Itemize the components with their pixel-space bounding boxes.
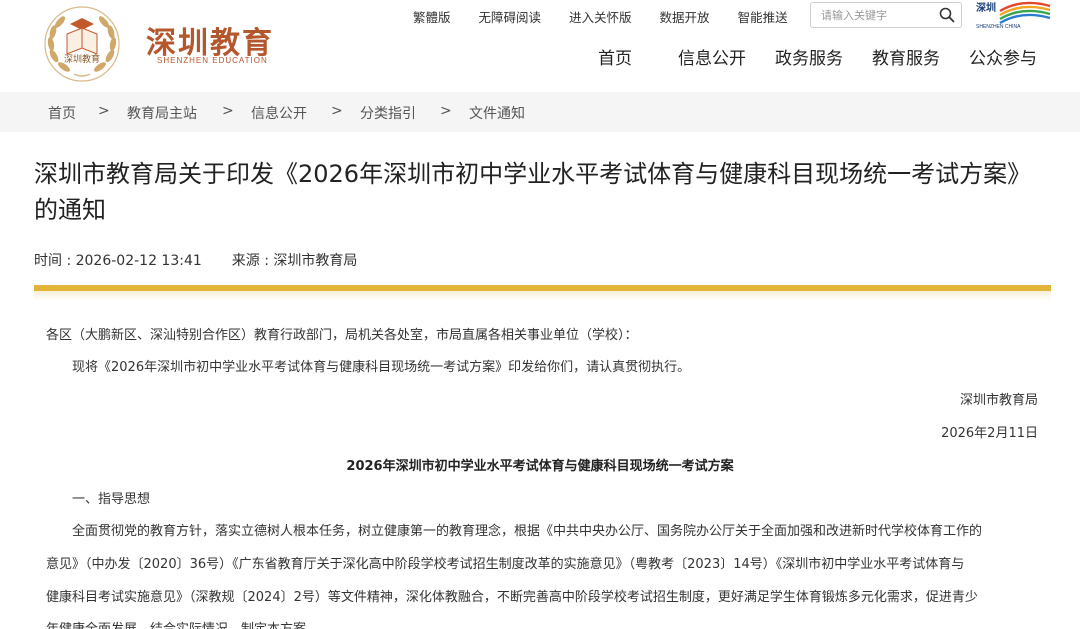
article-paragraph: 年健康全面发展，结合实际情况，制定本方案。 [46, 618, 319, 629]
nav-government-services[interactable]: 政务服务 [775, 44, 843, 69]
attachment-title: 2026年深圳市初中学业水平考试体育与健康科目现场统一考试方案 [346, 459, 734, 474]
top-utility-links: 繁體版 无障碍阅读 进入关怀版 数据开放 智能推送 [413, 7, 816, 26]
breadcrumb-bureau-main-site[interactable]: 教育局主站 [127, 103, 197, 123]
section-heading: 一、指导思想 [72, 492, 151, 507]
breadcrumb-separator: > [222, 103, 234, 119]
brand-mark-text: 深圳 [976, 1, 996, 14]
article-paragraph: 意见》（中办发〔2020〕36号）《广东省教育厅关于深化高中阶段学校考试招生制度… [46, 557, 965, 572]
search-icon[interactable] [939, 7, 955, 23]
article-paragraph: 各区（大鹏新区、深汕特别合作区）教育行政部门，局机关各处室，市局直属各相关事业单… [46, 328, 638, 343]
accessibility-link[interactable]: 无障碍阅读 [479, 7, 542, 26]
education-emblem-icon[interactable]: 深圳教育 [40, 4, 124, 84]
article-paragraph: 全面贯彻党的教育方针，落实立德树人根本任务，树立健康第一的教育理念，根据《中共中… [72, 524, 983, 539]
breadcrumb-file-notices[interactable]: 文件通知 [469, 103, 525, 123]
breadcrumb-separator: > [440, 103, 452, 119]
title-divider-shadow [34, 291, 1051, 301]
article-meta: 时间 : 2026-02-12 13:41 来源 : 深圳市教育局 [34, 250, 357, 270]
issue-date: 2026年2月11日 [941, 426, 1038, 441]
nav-education-services[interactable]: 教育服务 [872, 44, 940, 69]
breadcrumb-separator: > [98, 103, 110, 119]
breadcrumb-home[interactable]: 首页 [48, 103, 76, 123]
site-header: 深圳教育 深圳教育 SHENZHEN EDUCATION 繁體版 无障碍阅读 进… [0, 0, 1080, 90]
article-title: 深圳市教育局关于印发《2026年深圳市初中学业水平考试体育与健康科目现场统一考试… [34, 160, 1032, 224]
issuer-signature: 深圳市教育局 [959, 393, 1038, 408]
smart-push-link[interactable]: 智能推送 [738, 7, 788, 26]
traditional-chinese-link[interactable]: 繁體版 [413, 7, 451, 26]
open-data-link[interactable]: 数据开放 [660, 7, 710, 26]
elderly-care-mode-link[interactable]: 进入关怀版 [569, 7, 632, 26]
breadcrumb-separator: > [331, 103, 343, 119]
emblem-caption: 深圳教育 [64, 53, 100, 65]
article-source: 来源 : 深圳市教育局 [231, 253, 358, 269]
shenzhen-city-brand-icon[interactable]: 深圳 SHENZHEN CHINA [974, 0, 1052, 32]
publish-time: 时间 : 2026-02-12 13:41 [34, 253, 202, 269]
breadcrumb: 首页 > 教育局主站 > 信息公开 > 分类指引 > 文件通知 [0, 92, 1080, 132]
breadcrumb-info-disclosure[interactable]: 信息公开 [251, 103, 307, 123]
search-box [810, 2, 962, 28]
article-paragraph: 现将《2026年深圳市初中学业水平考试体育与健康科目现场统一考试方案》印发给你们… [72, 360, 691, 375]
nav-home[interactable]: 首页 [598, 44, 632, 69]
nav-public-participation[interactable]: 公众参与 [969, 44, 1037, 69]
article-paragraph: 健康科目考试实施意见》（深教规〔2024〕2号）等文件精神，深化体教融合，不断完… [46, 590, 978, 605]
search-input[interactable] [821, 6, 931, 24]
site-logo-subtitle: SHENZHEN EDUCATION [157, 56, 268, 65]
nav-info-disclosure[interactable]: 信息公开 [678, 44, 746, 69]
breadcrumb-category-guide[interactable]: 分类指引 [360, 103, 416, 123]
brand-mark-subtitle: SHENZHEN CHINA [976, 24, 1021, 30]
